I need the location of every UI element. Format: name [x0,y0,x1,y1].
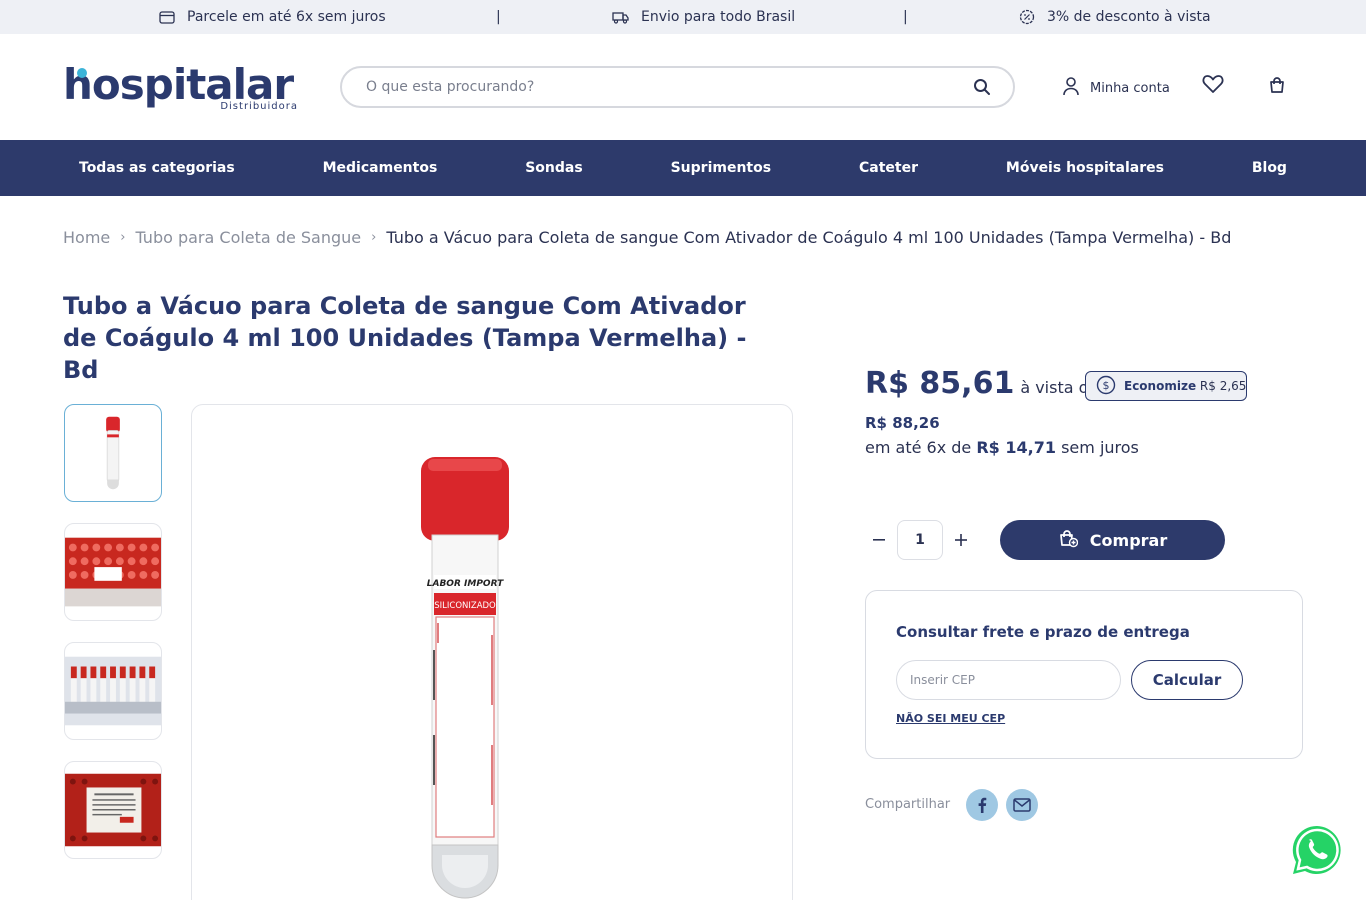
product-main-image[interactable]: LABOR IMPORT SILICONIZADO [191,404,793,900]
email-share-button[interactable] [1006,789,1038,821]
chevron-right-icon: › [371,230,377,245]
cep-input[interactable] [896,660,1121,700]
promo-bar: Parcele em até 6x sem juros | Envio para… [0,0,1366,34]
search-icon[interactable] [973,78,993,98]
promo-installments: Parcele em até 6x sem juros [159,0,386,34]
nav-item-moveis[interactable]: Móveis hospitalares [1006,160,1164,176]
tube-brand-label: LABOR IMPORT [427,579,504,589]
price-cash-line: R$ 85,61 à vista ou [865,366,1099,401]
economize-label: Economize [1124,379,1197,393]
promo-discount-label: 3% de desconto à vista [1047,9,1211,25]
nav-item-cateter[interactable]: Cateter [859,160,918,176]
rack-thumbnail-image [65,656,161,726]
shipping-title: Consultar frete e prazo de entrega [896,623,1190,641]
promo-shipping-label: Envio para todo Brasil [641,9,796,25]
site-header: hospitalar Distribuidora Minha conta [0,34,1366,140]
whatsapp-chat-button[interactable] [1290,823,1344,877]
installments-prefix: em até 6x de [865,438,972,457]
shipping-calculator: Consultar frete e prazo de entrega Calcu… [865,590,1303,759]
buy-button-label: Comprar [1089,530,1168,550]
truck-icon [612,11,629,24]
promo-separator: | [496,9,501,25]
main-nav: Todas as categorias Medicamentos Sondas … [0,140,1366,196]
promo-shipping: Envio para todo Brasil [612,0,795,34]
user-icon [1062,76,1080,100]
discount-badge-icon [1019,9,1035,25]
chevron-right-icon: › [120,230,126,245]
product-thumbnail[interactable] [64,642,162,740]
logo-text: hospitalar [63,60,294,109]
logo-subtitle: Distribuidora [220,101,298,112]
nav-item-medicamentos[interactable]: Medicamentos [323,160,438,176]
calculate-button[interactable]: Calcular [1131,660,1243,700]
wishlist-heart-icon[interactable] [1202,74,1224,98]
buy-button[interactable]: Comprar [1000,520,1225,560]
plus-icon [955,534,967,546]
label-thumbnail-image [65,773,161,847]
shopping-bag-icon[interactable] [1268,76,1286,98]
breadcrumb: Home › Tubo para Coleta de Sangue › Tubo… [63,228,1263,247]
nav-item-sondas[interactable]: Sondas [525,160,582,176]
search-bar [340,66,1015,108]
installments-suffix: sem juros [1061,438,1139,457]
product-thumbnail[interactable] [64,761,162,859]
credit-card-icon [159,10,175,24]
dont-know-cep-link[interactable]: NÃO SEI MEU CEP [896,712,1005,725]
dollar-circle-icon: $ [1096,375,1116,398]
tube-band-label: SILICONIZADO [434,601,496,611]
nav-item-blog[interactable]: Blog [1252,160,1287,176]
promo-discount: 3% de desconto à vista [1019,0,1211,34]
price-full: R$ 88,26 [865,414,940,432]
installments-value: R$ 14,71 [976,438,1056,457]
breadcrumb-current: Tubo a Vácuo para Coleta de sangue Com A… [386,228,1232,247]
quantity-increase-button[interactable] [950,530,972,550]
nav-item-suprimentos[interactable]: Suprimentos [671,160,771,176]
site-logo[interactable]: hospitalar Distribuidora [63,60,303,113]
economize-value: R$ 2,65 [1199,379,1247,393]
search-input[interactable] [366,79,956,95]
logo-dot [77,68,87,78]
account-link[interactable]: Minha conta [1062,76,1170,100]
add-to-cart-icon [1058,528,1078,552]
quantity-decrease-button[interactable] [868,530,890,550]
economize-badge: $ Economize R$ 2,65 [1085,371,1247,401]
facebook-icon [978,797,987,813]
product-title: Tubo a Vácuo para Coleta de sangue Com A… [63,292,747,384]
price-cash: R$ 85,61 [865,366,1015,401]
product-thumbnail[interactable] [64,404,162,502]
quantity-input[interactable] [897,520,943,560]
installments-text: em até 6x de R$ 14,71 sem juros [865,438,1139,457]
promo-installments-label: Parcele em até 6x sem juros [187,9,386,25]
breadcrumb-home[interactable]: Home [63,228,110,247]
email-icon [1013,798,1031,812]
breadcrumb-category[interactable]: Tubo para Coleta de Sangue [135,228,361,247]
facebook-share-button[interactable] [966,789,998,821]
whatsapp-icon [1292,825,1341,874]
share-label: Compartilhar [865,797,951,812]
product-thumbnail[interactable] [64,523,162,621]
svg-text:$: $ [1103,379,1110,392]
account-label: Minha conta [1090,80,1170,96]
minus-icon [873,539,885,541]
box-thumbnail-image [65,537,161,607]
tube-thumbnail-image [106,416,120,490]
blood-tube-image: LABOR IMPORT SILICONIZADO [421,457,509,899]
nav-item-all-categories[interactable]: Todas as categorias [79,160,235,176]
promo-separator: | [903,9,908,25]
